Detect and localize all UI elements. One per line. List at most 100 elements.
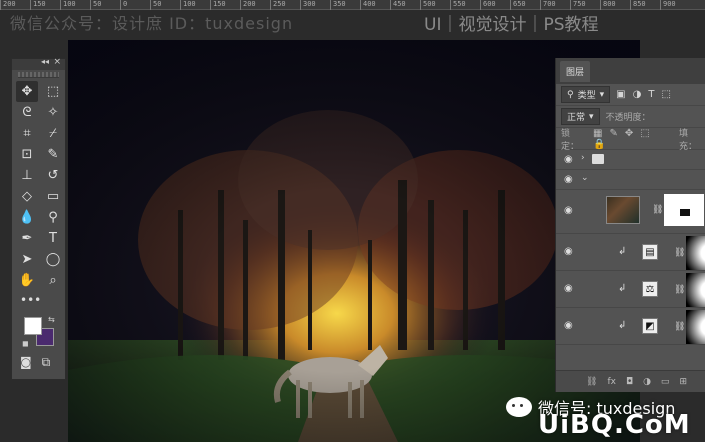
- layer-row[interactable]: ◉ ⛓: [556, 190, 705, 234]
- new-adjustment-icon[interactable]: ◑: [643, 377, 651, 387]
- layer-mask-thumbnail[interactable]: [686, 236, 705, 270]
- layer-row[interactable]: ◉ ⌄: [556, 170, 705, 190]
- dodge-tool-icon[interactable]: ⚲: [42, 207, 64, 228]
- type-tool-icon[interactable]: T: [42, 228, 64, 249]
- visibility-eye-icon[interactable]: ◉: [564, 283, 576, 294]
- layer-filter-select[interactable]: ⚲ 类型 ▾: [561, 86, 611, 103]
- default-colors-icon[interactable]: ◼: [22, 339, 29, 348]
- ruler-tick: 50: [150, 0, 161, 10]
- swap-colors-icon[interactable]: ⇆: [48, 315, 55, 324]
- shape-filter-icon[interactable]: ⬚: [661, 89, 670, 100]
- link-icon[interactable]: ⛓: [674, 285, 685, 295]
- clip-arrow-icon: ↲: [618, 246, 627, 257]
- crop-tool-icon[interactable]: ⌗: [16, 123, 38, 144]
- layers-panel: 图层 ⚲ 类型 ▾ ▣ ◑ T ⬚ 正常 ▾ 不透明度： 锁定： ▦ ✎ ✥ ⬚ 🔒 填充：: [555, 58, 705, 392]
- visibility-eye-icon[interactable]: ◉: [564, 205, 576, 216]
- chevron-down-icon[interactable]: ⌄: [581, 173, 589, 183]
- layer-mask-thumbnail[interactable]: [686, 310, 705, 344]
- chevron-down-icon: ▾: [589, 111, 594, 122]
- link-icon[interactable]: ⛓: [674, 322, 685, 332]
- layer-mask-thumbnail[interactable]: [664, 194, 704, 226]
- layer-row[interactable]: ◉ ↲ ▤ ⛓: [556, 234, 705, 271]
- ruler-tick: 900: [660, 0, 676, 10]
- hand-tool-icon[interactable]: ✋: [16, 270, 38, 291]
- ruler-tick: 350: [330, 0, 346, 10]
- lock-move-icon[interactable]: ✥: [625, 128, 633, 139]
- tool-grid: ✥ ⬚ ᘓ ✧ ⌗ ⌿ ⊡ ✎ ⊥ ↺ ◇ ▭ 💧 ⚲ ✒ T ➤ ◯ ✋ ⌕: [12, 78, 65, 291]
- visibility-eye-icon[interactable]: ◉: [564, 174, 576, 185]
- layers-panel-tabbar: 图层: [556, 58, 705, 84]
- frame-tool-icon[interactable]: ⊡: [16, 144, 38, 165]
- eyedropper-tool-icon[interactable]: ⌿: [42, 123, 64, 144]
- chevron-right-icon[interactable]: ›: [581, 153, 585, 163]
- tab-layers[interactable]: 图层: [560, 61, 591, 82]
- new-layer-icon[interactable]: ⊞: [679, 377, 687, 387]
- layer-row[interactable]: ◉ ›: [556, 150, 705, 170]
- lasso-tool-icon[interactable]: ᘓ: [16, 102, 38, 123]
- link-icon[interactable]: ⛓: [674, 248, 685, 258]
- zoom-tool-icon[interactable]: ⌕: [42, 270, 64, 291]
- eraser-tool-icon[interactable]: ◇: [16, 186, 38, 207]
- brush-tool-icon[interactable]: ✎: [42, 144, 64, 165]
- add-mask-icon[interactable]: ◘: [626, 377, 633, 387]
- visibility-eye-icon[interactable]: ◉: [564, 154, 576, 165]
- close-icon[interactable]: ×: [53, 57, 61, 67]
- lock-all-icon[interactable]: 🔒: [593, 139, 605, 150]
- lock-paint-icon[interactable]: ✎: [609, 128, 617, 139]
- screen-mode-icon[interactable]: ⧉: [42, 355, 51, 370]
- ruler-tick: 450: [390, 0, 406, 10]
- blend-mode-value: 正常: [567, 113, 586, 123]
- lock-pixels-icon[interactable]: ▦: [593, 128, 602, 139]
- filter-icons: ▣ ◑ T ⬚: [616, 89, 678, 100]
- marquee-tool-icon[interactable]: ⬚: [42, 81, 64, 102]
- watermark-top-left: 微信公众号：设计庶 ID：tuxdesign: [10, 14, 294, 33]
- curves-icon: ◩: [642, 318, 658, 334]
- history-brush-tool-icon[interactable]: ↺: [42, 165, 64, 186]
- layer-mask-thumbnail[interactable]: [686, 273, 705, 307]
- foreground-color-swatch[interactable]: [24, 317, 42, 335]
- more-tools-icon[interactable]: •••: [12, 293, 65, 311]
- gradient-tool-icon[interactable]: ▭: [42, 186, 64, 207]
- ruler-tick: 150: [30, 0, 46, 10]
- shape-tool-icon[interactable]: ◯: [42, 249, 64, 270]
- ruler-tick: 250: [270, 0, 286, 10]
- adjustment-filter-icon[interactable]: ◑: [633, 89, 642, 100]
- visibility-eye-icon[interactable]: ◉: [564, 320, 576, 331]
- ruler-tick: 400: [360, 0, 376, 10]
- ruler-tick: 700: [540, 0, 556, 10]
- ruler-tick: 200: [240, 0, 256, 10]
- move-tool-icon[interactable]: ✥: [16, 81, 38, 102]
- blur-tool-icon[interactable]: 💧: [16, 207, 38, 228]
- lock-artboard-icon[interactable]: ⬚: [640, 128, 649, 139]
- layer-thumbnail: [606, 196, 640, 224]
- clip-arrow-icon: ↲: [618, 283, 627, 294]
- magic-wand-tool-icon[interactable]: ✧: [42, 102, 64, 123]
- pixel-filter-icon[interactable]: ▣: [616, 89, 625, 100]
- fx-icon[interactable]: fx: [607, 377, 616, 387]
- path-select-tool-icon[interactable]: ➤: [16, 249, 38, 270]
- pen-tool-icon[interactable]: ✒: [16, 228, 38, 249]
- chevron-down-icon: ▾: [599, 89, 605, 100]
- new-group-icon[interactable]: ▭: [661, 377, 670, 387]
- ruler-tick: 600: [480, 0, 496, 10]
- type-filter-icon[interactable]: T: [648, 89, 654, 100]
- lock-row: 锁定： ▦ ✎ ✥ ⬚ 🔒 填充：: [556, 128, 705, 152]
- color-balance-icon: ⚖: [642, 281, 658, 297]
- layer-row[interactable]: ◉ ↲ ⚖ ⛓: [556, 271, 705, 308]
- visibility-eye-icon[interactable]: ◉: [564, 246, 576, 257]
- layers-panel-footer: ⛓ fx ◘ ◑ ▭ ⊞: [556, 370, 705, 392]
- quick-mask-icon[interactable]: ◙: [20, 355, 32, 370]
- stamp-tool-icon[interactable]: ⊥: [16, 165, 38, 186]
- layer-row[interactable]: ◉ ↲ ◩ ⛓: [556, 308, 705, 345]
- ruler-tick: 0: [120, 0, 127, 10]
- ruler-tick: 150: [210, 0, 226, 10]
- tools-panel-header[interactable]: ◂◂ ×: [12, 57, 65, 70]
- ruler-tick: 50: [90, 0, 101, 10]
- ruler-tick: 550: [450, 0, 466, 10]
- ruler-tick: 100: [180, 0, 196, 10]
- link-layers-icon[interactable]: ⛓: [586, 377, 597, 387]
- link-icon[interactable]: ⛓: [652, 205, 663, 215]
- collapse-icon[interactable]: ◂◂: [41, 57, 49, 66]
- ruler-tick: 300: [300, 0, 316, 10]
- blend-mode-select[interactable]: 正常 ▾: [561, 108, 600, 125]
